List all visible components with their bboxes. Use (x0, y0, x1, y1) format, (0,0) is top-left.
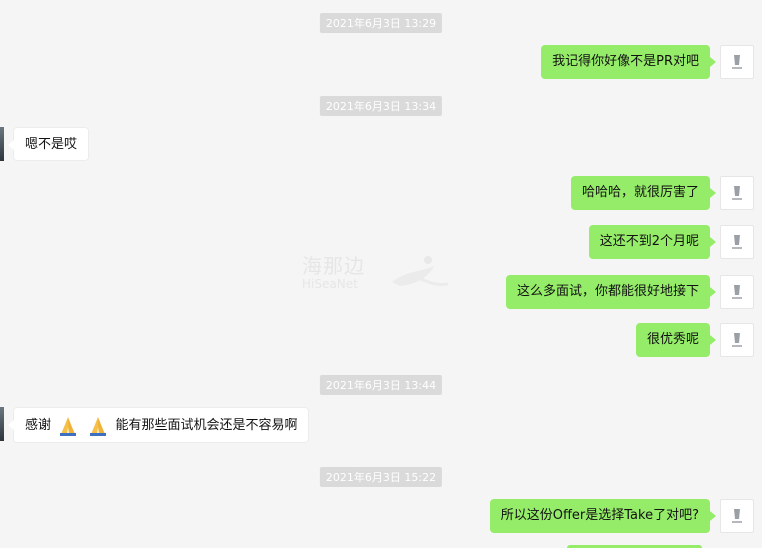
avatar[interactable] (720, 323, 754, 357)
message-text: 感谢 (25, 418, 52, 433)
timestamp: 2021年6月3日 13:34 (319, 96, 443, 116)
timestamp: 2021年6月3日 13:44 (319, 375, 443, 395)
avatar[interactable] (720, 499, 754, 533)
avatar-icon (732, 186, 742, 200)
avatar-icon (732, 509, 742, 523)
avatar-icon (732, 285, 742, 299)
avatar-icon (732, 55, 742, 69)
incoming-message[interactable]: 感谢 能有那些面试机会还是不容易啊 (7, 407, 310, 443)
watermark-subtext: HiSeaNet (302, 277, 358, 291)
avatar[interactable] (720, 45, 754, 79)
message-text: 能有那些面试机会还是不容易啊 (115, 418, 298, 433)
folded-hands-icon (60, 416, 77, 436)
outgoing-message[interactable]: 哈哈哈，就很厉害了 (570, 176, 717, 210)
avatar-icon (732, 333, 742, 347)
avatar[interactable] (720, 225, 754, 259)
outgoing-message[interactable]: 这还不到2个月呢 (588, 225, 717, 259)
avatar[interactable] (0, 127, 4, 161)
avatar-icon (732, 235, 742, 249)
incoming-message[interactable]: 嗯不是哎 (7, 127, 90, 161)
watermark-logo-icon (392, 256, 449, 286)
avatar[interactable] (0, 407, 4, 441)
outgoing-message[interactable]: 这么多面试，你都能很好地接下 (505, 275, 717, 309)
watermark-text: 海那边 (302, 254, 365, 278)
avatar[interactable] (720, 275, 754, 309)
outgoing-message[interactable]: 所以这份Offer是选择Take了对吧? (489, 499, 717, 533)
avatar[interactable] (720, 176, 754, 210)
timestamp: 2021年6月3日 13:29 (319, 13, 443, 33)
timestamp: 2021年6月3日 15:22 (319, 467, 443, 487)
watermark: 海那边 HiSeaNet (302, 250, 449, 291)
outgoing-message[interactable]: 我记得你好像不是PR对吧 (541, 45, 716, 79)
folded-hands-icon (90, 416, 107, 436)
outgoing-message[interactable]: 很优秀呢 (635, 323, 717, 357)
